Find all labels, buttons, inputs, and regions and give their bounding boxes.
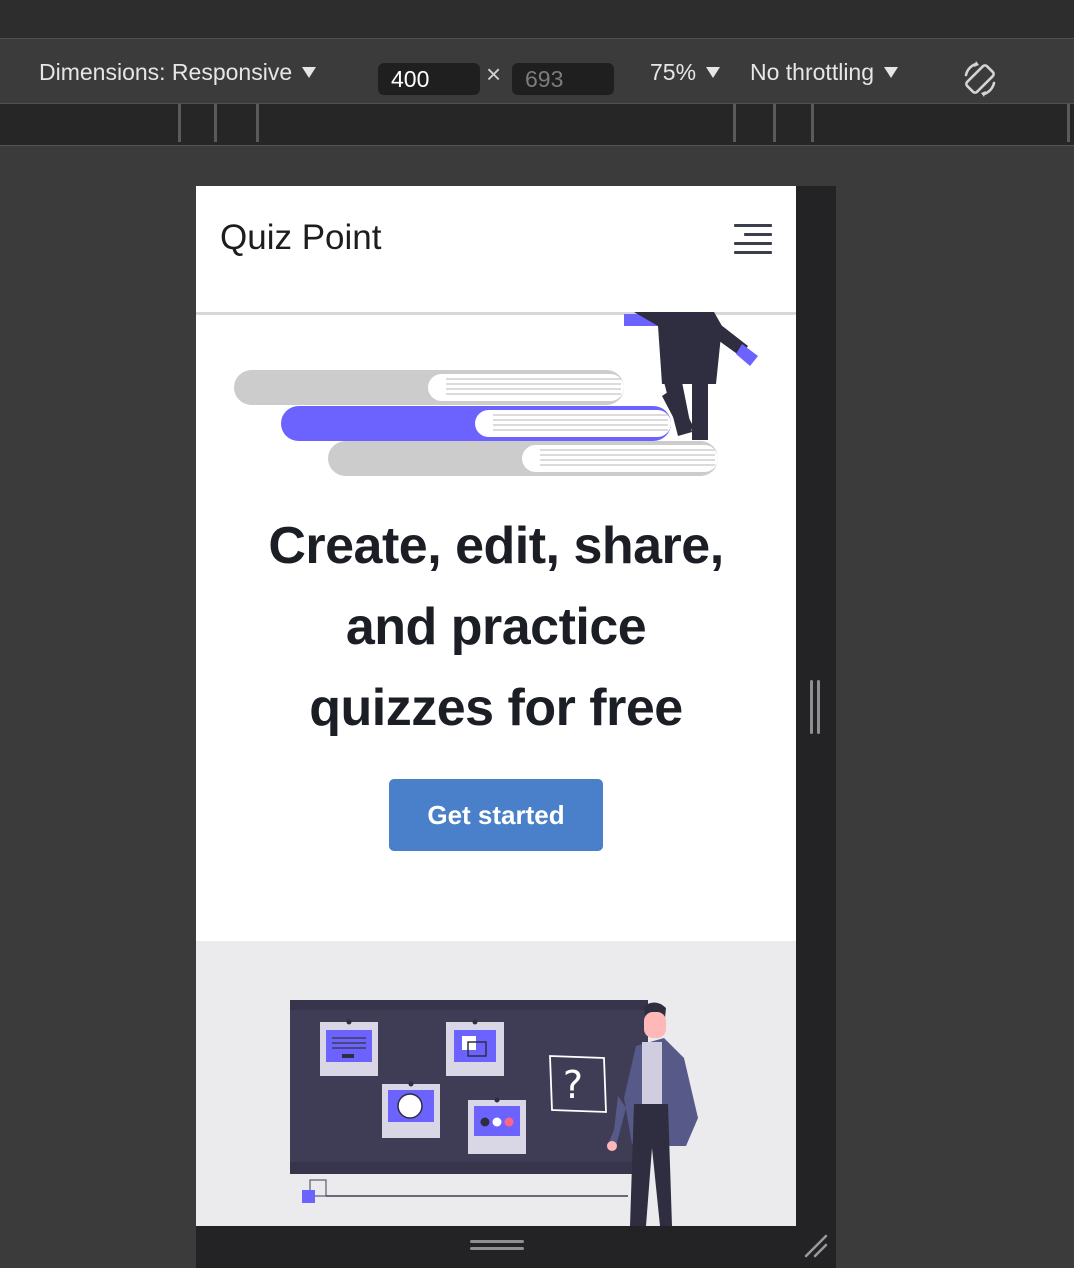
viewport-bottom-resize-handle[interactable] <box>470 1240 524 1254</box>
headline-line: quizzes for free <box>309 679 683 737</box>
get-started-button[interactable]: Get started <box>389 779 603 851</box>
brand-logo[interactable]: Quiz Point <box>220 218 381 258</box>
resize-handle-icon[interactable] <box>800 1230 830 1260</box>
dimensions-label: Dimensions: Responsive <box>39 59 293 85</box>
zoom-label: 75% <box>650 59 697 85</box>
times-icon: × <box>486 59 502 89</box>
width-input[interactable]: 400 <box>378 63 480 95</box>
height-input[interactable]: 693 <box>512 63 614 95</box>
hamburger-menu-icon[interactable] <box>734 224 772 254</box>
throttling-label: No throttling <box>750 59 875 85</box>
page-viewport: Quiz Point Create, edit, share, and prac… <box>196 186 796 1226</box>
navbar: Quiz Point <box>196 186 796 315</box>
svg-text:?: ? <box>563 1063 583 1107</box>
dimensions-dropdown[interactable]: Dimensions: Responsive <box>39 59 317 86</box>
device-toolbar: Dimensions: Responsive 400 × 693 75% No … <box>0 38 1074 104</box>
quiz-board-illustration: ? <box>286 998 716 1226</box>
headline-line: Create, edit, share, <box>268 517 724 575</box>
zoom-dropdown[interactable]: 75% <box>650 59 721 86</box>
viewport-right-resize-handle[interactable] <box>810 680 822 734</box>
throttling-dropdown[interactable]: No throttling <box>750 59 899 86</box>
media-query-ruler[interactable] <box>0 104 1074 146</box>
hero-headline: Create, edit, share, and practice quizze… <box>196 506 796 749</box>
devtools-top-strip <box>0 0 1074 38</box>
dropdown-arrow-icon <box>706 67 721 78</box>
dropdown-arrow-icon <box>302 67 317 78</box>
dropdown-arrow-icon <box>884 67 899 78</box>
features-section: ? <box>196 941 796 1226</box>
books-illustration <box>226 312 766 482</box>
rotate-icon[interactable] <box>960 59 1000 99</box>
headline-line: and practice <box>345 598 647 656</box>
